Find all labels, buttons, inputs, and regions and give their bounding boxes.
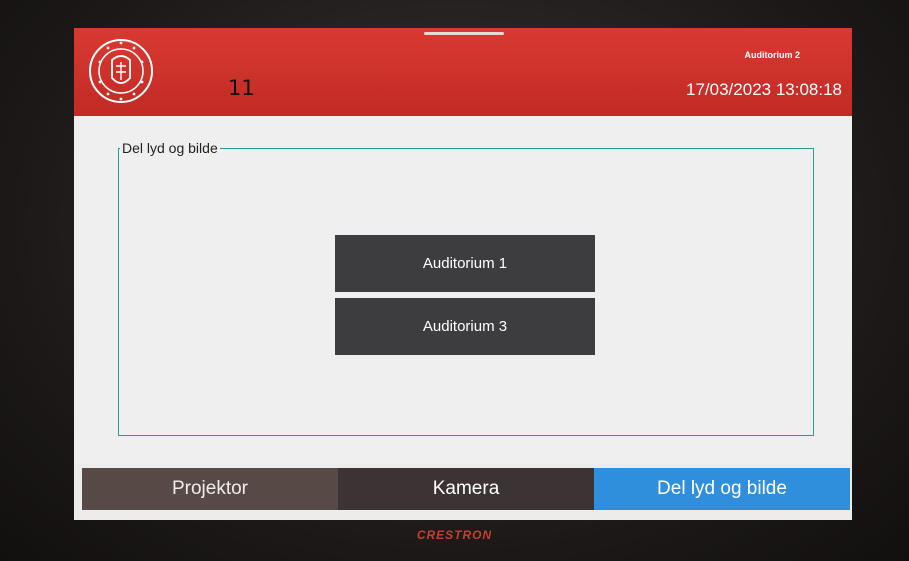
- crestron-logo: CRESTRON: [416, 528, 493, 542]
- home-indicator: [424, 32, 504, 35]
- tab-del-lyd-og-bilde[interactable]: Del lyd og bilde: [594, 468, 850, 510]
- room-name: Auditorium 2: [744, 50, 801, 60]
- tab-kamera[interactable]: Kamera: [338, 468, 594, 510]
- bottom-tab-bar: Projektor Kamera Del lyd og bilde: [82, 468, 850, 510]
- room-number: 11: [228, 76, 255, 100]
- main-content: Del lyd og bilde Auditorium 1 Auditorium…: [74, 116, 852, 464]
- tab-projektor[interactable]: Projektor: [82, 468, 338, 510]
- auditorium-3-button[interactable]: Auditorium 3: [335, 298, 595, 355]
- university-seal-icon: [89, 39, 153, 103]
- date-time: 17/03/2023 13:08:18: [686, 80, 842, 99]
- header-bar: 11 Auditorium 2 17/03/2023 13:08:18: [74, 28, 852, 116]
- touch-panel-screen: 11 Auditorium 2 17/03/2023 13:08:18 Del …: [74, 28, 852, 520]
- share-group-label: Del lyd og bilde: [120, 140, 220, 156]
- auditorium-1-button[interactable]: Auditorium 1: [335, 235, 595, 292]
- share-group-frame: [118, 148, 814, 436]
